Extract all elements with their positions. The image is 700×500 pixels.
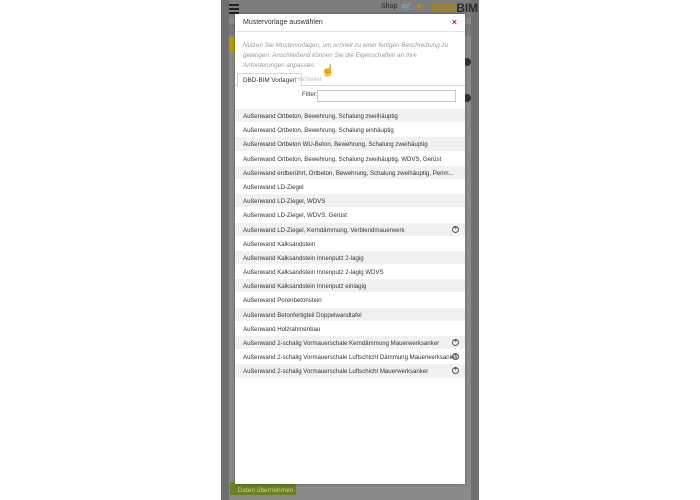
template-list-item[interactable]: Außenwand Kalksandstein Innenputz 2-lagi… — [235, 265, 465, 280]
template-item-label: Außenwand LD-Ziegel, WDVS, Gerüst — [243, 212, 347, 220]
template-list-item[interactable]: Außenwand Ortbeton, Bewehrung, Schalung … — [235, 152, 465, 166]
template-item-label: Außenwand 2-schalig Vormauerschale Lufts… — [243, 368, 429, 376]
template-list-item[interactable]: Außenwand Kalksandstein Innenputz 2-lagi… — [235, 250, 465, 266]
template-item-label: Außenwand erdberührt, Ortbeton, Bewehrun… — [243, 169, 454, 177]
template-list-item[interactable]: Außenwand LD-Ziegel — [235, 180, 465, 195]
template-item-label: Außenwand 2-schalig Vormauerschale Kernd… — [243, 340, 440, 347]
tab-bar: DBD-BIM Vorlagen Hersteller — [235, 73, 465, 87]
modal-header: Mustervorlage auswählen × — [235, 14, 465, 32]
template-list-item[interactable]: Außenwand Kalksandstein Innenputz einlag… — [235, 279, 465, 294]
tab-hersteller[interactable]: Hersteller — [290, 73, 327, 87]
modal-title: Mustervorlage auswählen — [243, 19, 323, 26]
template-item-label: Außenwand Ortbeton, Bewehrung, Schalung … — [243, 127, 394, 135]
user-icon[interactable]: ● — [416, 1, 422, 12]
expand-plus-icon[interactable]: + — [452, 339, 459, 346]
template-item-label: Außenwand Ortbeton WU-Beton, Bewehrung, … — [243, 141, 428, 149]
template-list-item[interactable]: Außenwand Ortbeton WU-Beton, Bewehrung, … — [235, 137, 465, 152]
template-list-item[interactable]: Außenwand erdberührt, Ortbeton, Bewehrun… — [235, 165, 465, 180]
frame-edge-left — [221, 0, 229, 500]
modal-intro-text: Nutzen Sie Mustervorlagen, um schnell zu… — [243, 42, 449, 69]
template-item-label: Außenwand Porenbetonstein — [243, 297, 322, 305]
template-list-item[interactable]: Außenwand LD-Ziegel, WDVS — [235, 194, 465, 209]
logo-part-1: DBD — [431, 1, 457, 15]
template-list-item[interactable]: Außenwand LD-Ziegel, Kerndämmung, Verble… — [235, 222, 465, 237]
template-list-item[interactable]: Außenwand Kalksandstein — [235, 237, 465, 251]
filter-input[interactable] — [317, 90, 456, 102]
template-list-item[interactable]: Außenwand Ortbeton, Bewehrung, Schalung … — [235, 109, 465, 124]
filter-label: Filter: — [302, 91, 318, 98]
template-item-label: Außenwand Kalksandstein Innenputz 2-lagi… — [243, 254, 364, 262]
shop-link[interactable]: Shop — [381, 3, 397, 10]
logo: DBDBIM — [431, 1, 478, 15]
template-item-label: Außenwand Kalksandstein Innenputz 2-lagi… — [243, 269, 384, 277]
template-item-label: Außenwand LD-Ziegel, Kerndämmung, Verble… — [243, 226, 405, 234]
template-list-item[interactable]: Außenwand 2-schalig Vormauerschale Lufts… — [235, 350, 465, 365]
template-select-modal: Mustervorlage auswählen × Nutzen Sie Mus… — [235, 14, 465, 484]
template-item-label: Außenwand Betonfertigteil Doppelwandtafe… — [243, 311, 362, 319]
template-list-item[interactable]: Außenwand 2-schalig Vormauerschale Kernd… — [235, 336, 465, 351]
template-item-label: Außenwand Kalksandstein Innenputz einlag… — [243, 283, 367, 291]
template-item-label: Außenwand Ortbeton, Bewehrung, Schalung … — [243, 155, 442, 163]
template-list-item[interactable]: Außenwand Holzrahmenbau — [235, 322, 465, 336]
template-item-label: Außenwand LD-Ziegel — [243, 183, 304, 191]
template-item-label: Außenwand 2-schalig Vormauerschale Lufts… — [243, 354, 459, 362]
template-list-item[interactable]: Außenwand Betonfertigteil Doppelwandtafe… — [235, 307, 465, 322]
template-list-item[interactable]: Außenwand Porenbetonstein — [235, 293, 465, 308]
template-list-item[interactable]: Außenwand 2-schalig Vormauerschale Lufts… — [235, 364, 465, 379]
close-button[interactable]: × — [452, 17, 457, 27]
frame-edge-right — [471, 0, 479, 500]
expand-plus-icon[interactable]: + — [452, 225, 459, 233]
template-item-label: Außenwand Ortbeton, Bewehrung, Schalung … — [243, 113, 398, 120]
expand-plus-icon[interactable]: + — [452, 367, 459, 375]
logo-part-2: BIM — [456, 1, 478, 15]
template-list: Außenwand Ortbeton, Bewehrung, Schalung … — [235, 109, 465, 379]
template-item-label: Außenwand Kalksandstein — [243, 240, 316, 248]
template-list-item[interactable]: Außenwand Ortbeton, Bewehrung, Schalung … — [235, 123, 465, 138]
cart-icon[interactable]: 🛒 — [401, 2, 412, 13]
template-item-label: Außenwand LD-Ziegel, WDVS — [243, 198, 326, 206]
template-item-label: Außenwand Holzrahmenbau — [243, 325, 321, 333]
hamburger-menu-icon[interactable] — [229, 2, 239, 14]
template-list-item[interactable]: Außenwand LD-Ziegel, WDVS, Gerüst — [235, 208, 465, 223]
